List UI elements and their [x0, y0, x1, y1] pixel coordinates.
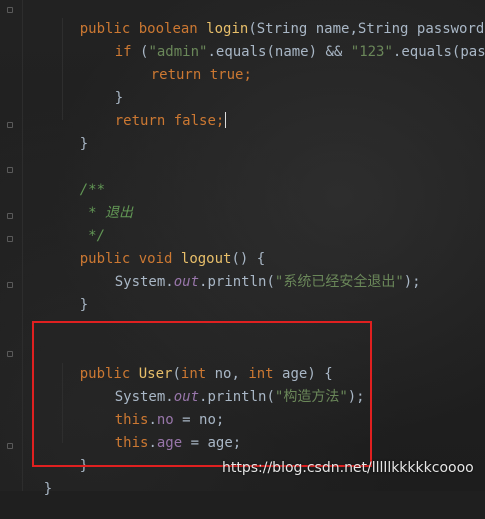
code-text: ); — [403, 274, 421, 290]
fold-marker[interactable] — [7, 351, 13, 357]
fold-marker[interactable] — [7, 167, 13, 173]
fold-marker[interactable] — [7, 282, 13, 288]
code-line[interactable]: } — [46, 275, 88, 313]
fold-marker[interactable] — [7, 213, 13, 219]
fold-marker[interactable] — [7, 122, 13, 128]
code-line[interactable]: public void logout() { — [46, 229, 265, 267]
code-line[interactable]: /** — [46, 160, 105, 198]
fold-marker[interactable] — [7, 7, 13, 13]
string-literal: "系统已经安全退出" — [274, 274, 404, 290]
code-line[interactable]: return false; — [81, 91, 227, 129]
editor-gutter[interactable] — [0, 0, 23, 491]
keyword-token: true — [209, 67, 244, 83]
code-text: System. — [114, 274, 174, 290]
code-line[interactable]: public boolean login(String name,String … — [46, 0, 485, 37]
fold-marker[interactable] — [7, 236, 13, 242]
code-text: } — [43, 481, 53, 497]
code-text: } — [79, 297, 89, 313]
code-line[interactable]: return true; — [117, 45, 252, 83]
code-text: .equals(pass — [392, 44, 485, 60]
punctuation: ; — [215, 113, 225, 129]
fold-marker[interactable] — [7, 443, 13, 449]
keyword-token: return — [150, 67, 210, 83]
code-line[interactable]: } — [46, 114, 88, 152]
keyword-token: false — [173, 113, 216, 129]
static-field: out — [173, 274, 200, 290]
code-text: } — [79, 136, 89, 152]
code-text: .println( — [199, 274, 275, 290]
keyword-token: return — [114, 113, 174, 129]
code-editor[interactable]: public boolean login(String name,String … — [0, 0, 485, 497]
code-line[interactable]: if ("admin".equals(name) && "123".equals… — [81, 22, 485, 60]
watermark: https://blog.csdn.net/lllllkkkkkcoooo — [222, 460, 474, 476]
punctuation: ; — [243, 67, 252, 83]
highlight-box — [32, 321, 372, 467]
code-line[interactable]: System.out.println("系统已经安全退出"); — [81, 252, 421, 290]
code-line[interactable]: */ — [46, 206, 105, 244]
string-literal: "123" — [350, 44, 393, 60]
code-line[interactable]: * 退出 — [46, 183, 133, 221]
code-line[interactable]: } — [81, 68, 123, 106]
text-caret — [225, 112, 227, 128]
